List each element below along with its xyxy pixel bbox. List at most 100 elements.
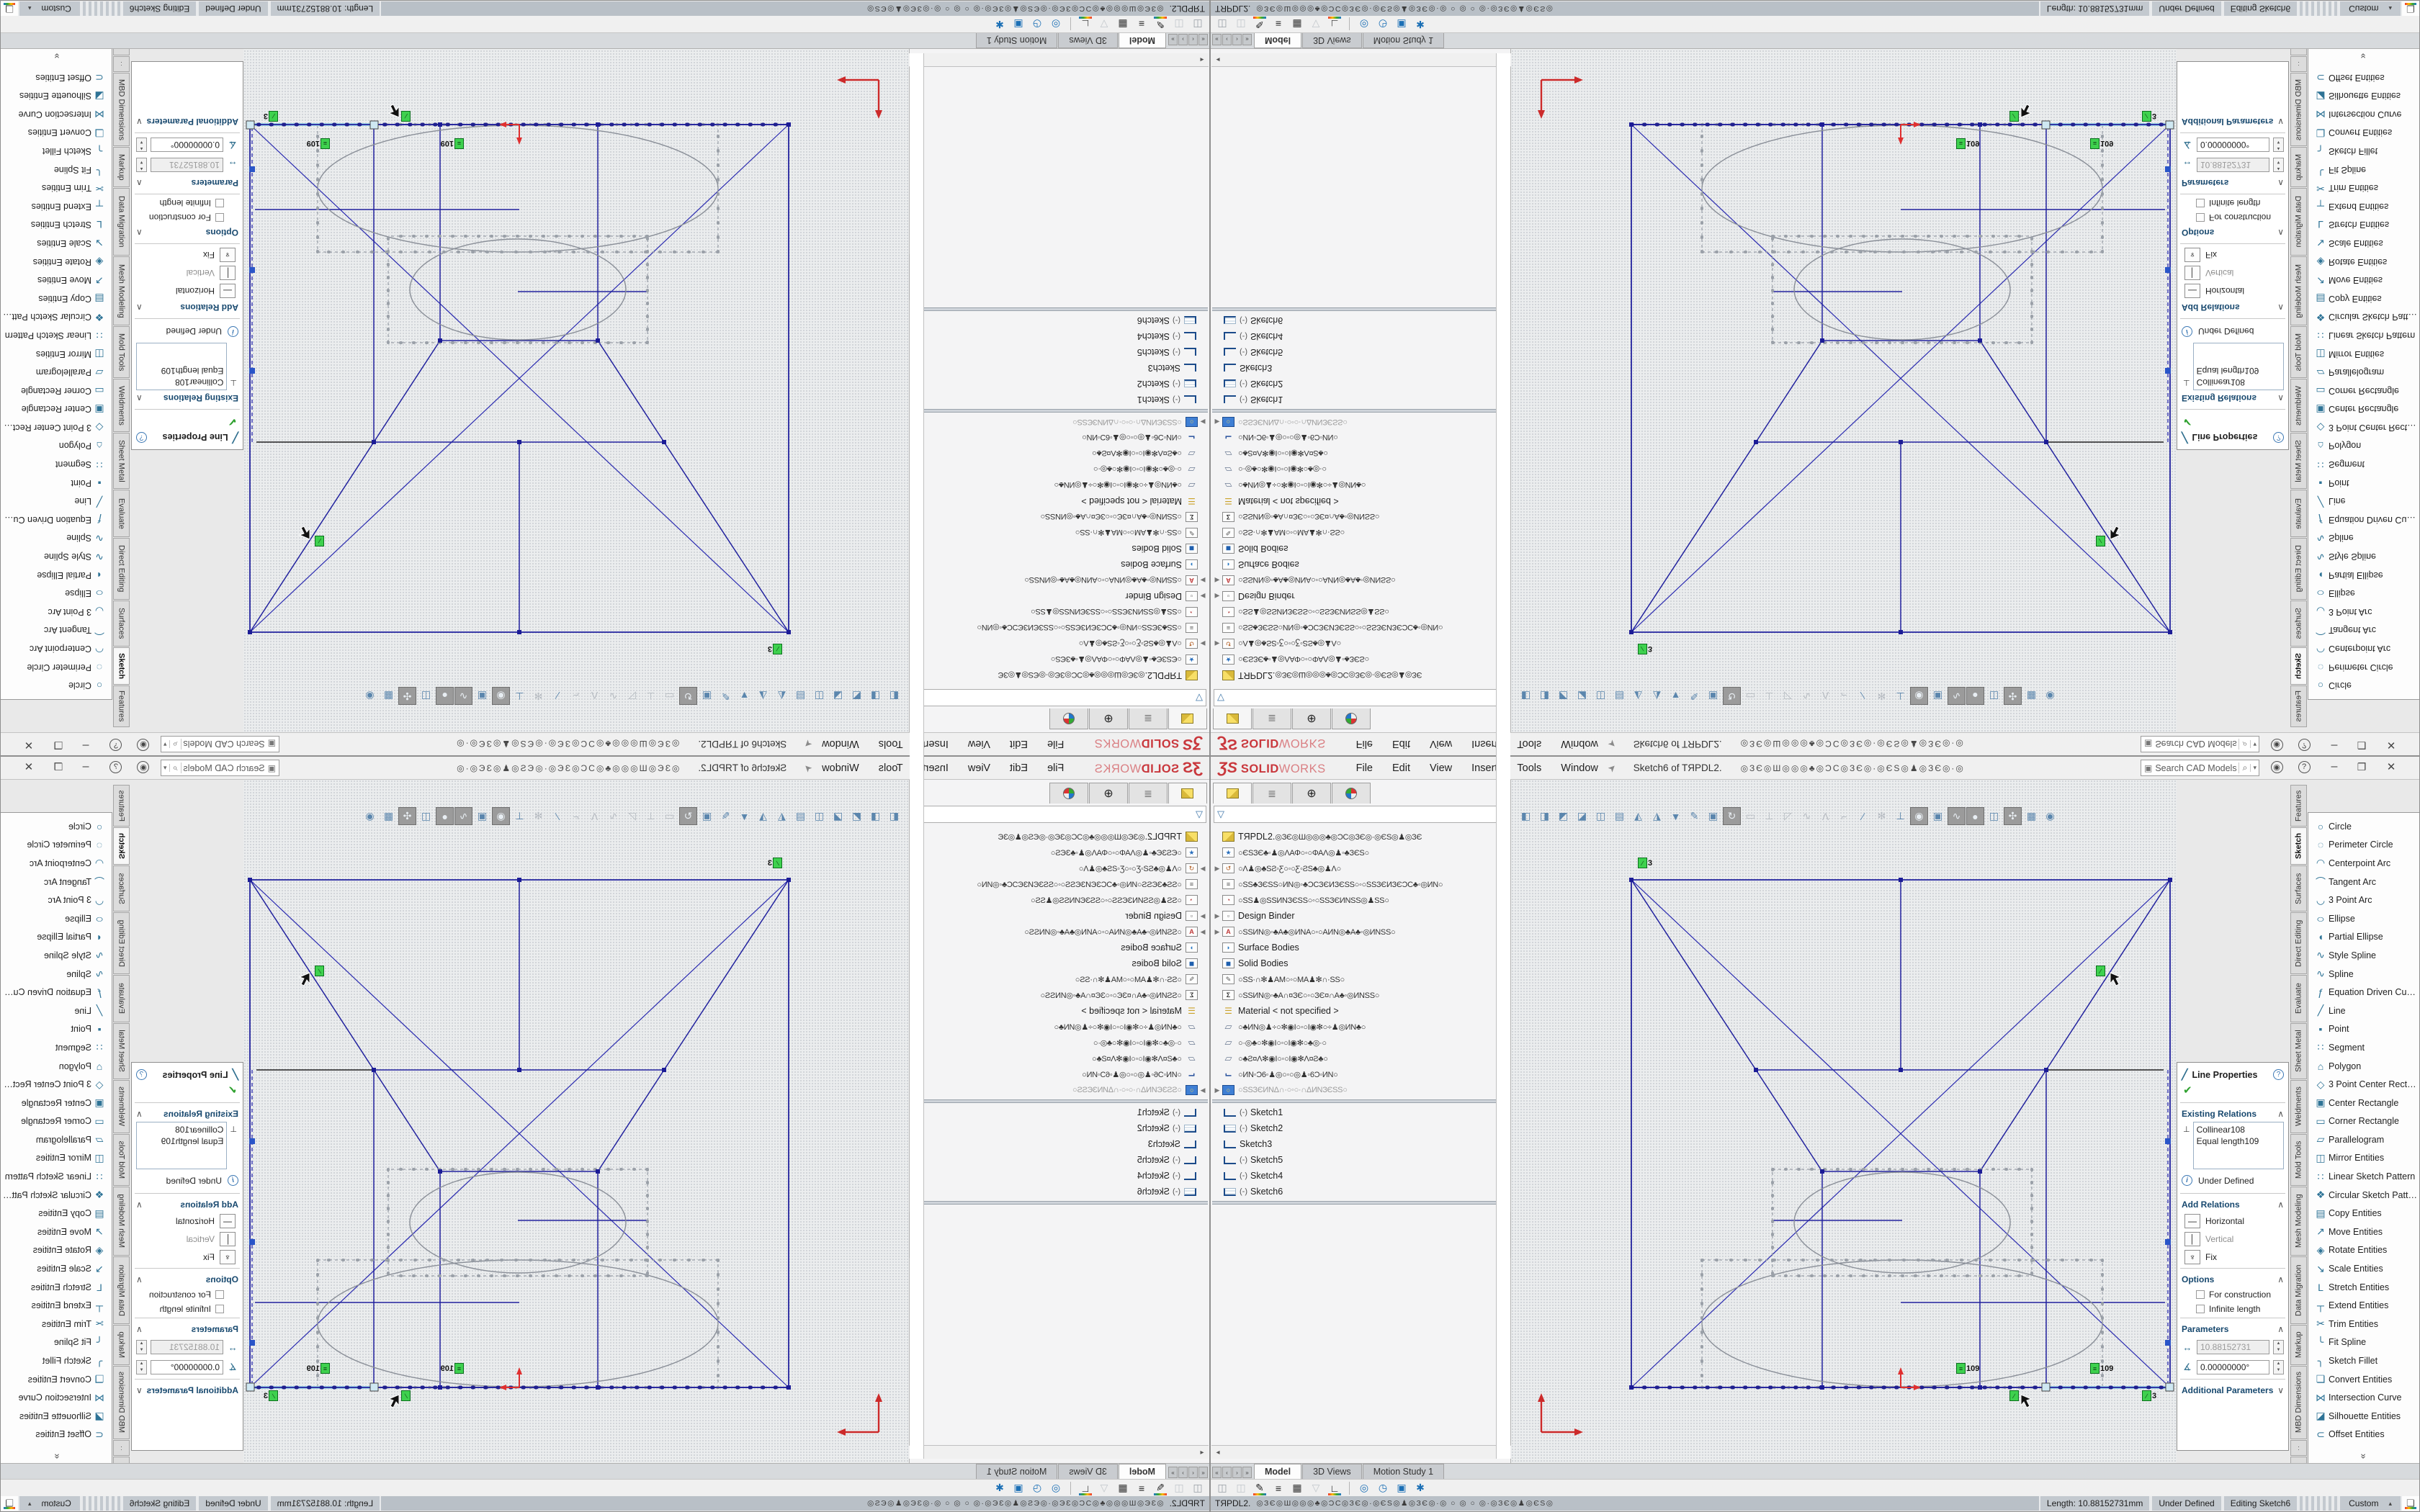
menu-item-center-rectangle[interactable]: ▣Center Rectangle	[2308, 1094, 2419, 1112]
relation-button-fix[interactable]: ♆Fix	[132, 1248, 243, 1266]
view-toolbar-icon-7[interactable]: ◮	[1648, 807, 1666, 825]
units-dropdown[interactable]: Custom ▴	[19, 1496, 81, 1511]
menu-file[interactable]: File	[1356, 762, 1373, 774]
cm-tab-evaluate[interactable]: Evaluate	[2290, 490, 2307, 537]
tree-row-books[interactable]: ≡○ЅЅ♣ЗЄЅЅ○ИN◎◦♣ƆCЗЄИЗЄЅЅ○◦○ЅЅЗЄИЗЄƆC♣◦◎И…	[1212, 876, 1509, 892]
options-header[interactable]: Options∧	[132, 1270, 243, 1287]
tree-row-ann[interactable]: ▶A○ЅЅИN◎◦♣Α♣◎ИNΑ○◦○ΑИN◎♣Α♣◦◎ИNЅЅ○	[911, 572, 1208, 588]
view-toolbar-icon-11[interactable]: ↻	[1723, 687, 1741, 705]
bottom-toolbar-icon-9[interactable]: ◷	[1028, 17, 1046, 32]
relations-listbox[interactable]: Collinear108Equal length109	[2193, 343, 2284, 390]
parameter-value[interactable]: 0.00000000°	[151, 1360, 223, 1374]
additional-parameters-header[interactable]: Additional Parameters∨	[2177, 114, 2288, 131]
tree-row-history[interactable]: ▶↺○Λ♟◎♣ЅƧ◦Ƹ○◦○Ƹ◦ƧЅ♣◎♟Λ○	[911, 860, 1208, 876]
menu-item-copy-entities[interactable]: ▤Copy Entities	[1, 289, 112, 308]
view-toolbar-icon-14[interactable]: ◸	[623, 807, 641, 825]
cm-tab-mbd-dimensions[interactable]: MBD Dimensions	[2290, 73, 2307, 146]
view-toolbar-icon-21[interactable]: ◉	[492, 807, 510, 825]
search-icon[interactable]: ⌕	[170, 739, 182, 750]
menu-item-segment[interactable]: ∷Segment	[2308, 1038, 2419, 1057]
tree-row-sketch6[interactable]: (-)Sketch6	[1212, 312, 1509, 328]
menu-item-circular-sketch-pattern[interactable]: ❖Circular Sketch Pattern	[2308, 1186, 2419, 1205]
cm-tab-evaluate[interactable]: Evaluate	[113, 975, 130, 1022]
view-toolbar-icon-10[interactable]: ▣	[698, 807, 716, 825]
view-toolbar-icon-20[interactable]: ⊥	[511, 687, 529, 705]
cm-tab-sketch[interactable]: Sketch	[113, 647, 130, 685]
view-toolbar-icon-1[interactable]: ◨	[1536, 687, 1554, 705]
tab-nav-0[interactable]: «	[1198, 34, 1208, 45]
close-button[interactable]: ✕	[16, 734, 42, 756]
add-relations-header[interactable]: Add Relations∧	[132, 300, 243, 317]
menu-window[interactable]: Window	[1561, 739, 1598, 750]
view-toolbar-icon-14[interactable]: ◸	[1779, 687, 1797, 705]
menu-insert[interactable]: Insert	[923, 739, 949, 750]
close-button[interactable]: ✕	[2378, 756, 2404, 778]
add-relations-header[interactable]: Add Relations∧	[2177, 300, 2288, 317]
menu-item-fit-spline[interactable]: ╰Fit Spline	[2308, 1333, 2419, 1352]
tab-model[interactable]: Model	[1119, 1464, 1166, 1479]
view-toolbar-icon-15[interactable]: ∿	[604, 807, 622, 825]
tab-nav-3[interactable]: »	[1168, 1467, 1178, 1478]
checkbox-for-construction[interactable]: For construction	[132, 1287, 243, 1302]
menu-item-trim-entities[interactable]: ✂Trim Entities	[2308, 1315, 2419, 1333]
menu-item-trim-entities[interactable]: ✂Trim Entities	[1, 1315, 112, 1333]
cm-tab-markup[interactable]: Markup	[113, 1325, 130, 1365]
view-toolbar-icon-5[interactable]: ▤	[1610, 807, 1628, 825]
view-toolbar-icon-28[interactable]: ◉	[361, 687, 379, 705]
tree-row-sketch2[interactable]: (-)Sketch2	[1212, 1120, 1509, 1136]
bottom-toolbar-icon-8[interactable]: ◎	[1355, 1480, 1373, 1496]
tree-row-lock[interactable]: ▶○○ЅЅЗЄИNΔ∩·○◦○·∩ΔИNЗЄЅЅ○	[1212, 1082, 1509, 1098]
view-toolbar-icon-5[interactable]: ▤	[1610, 687, 1628, 705]
search-icon[interactable]: ⌕	[170, 762, 182, 773]
tree-row-ann[interactable]: ▶A○ЅЅИN◎◦♣Α♣◎ИNΑ○◦○ΑИN◎♣Α♣◦◎ИNЅЅ○	[911, 924, 1208, 940]
menu-item-stretch-entities[interactable]: LStretch Entities	[2308, 216, 2419, 235]
pm-help-icon[interactable]: ?	[136, 1069, 147, 1080]
view-toolbar-icon-5[interactable]: ▤	[792, 687, 810, 705]
cm-tab-mold-tools[interactable]: Mold Tools	[2290, 1134, 2307, 1186]
tree-row-sigma[interactable]: Σ○ЅЅИN◎◦♣Α∩¤ЗЄ○◦○ЗЄ¤∩Α♣◦◎ИNЅЅ○	[911, 987, 1208, 1003]
bottom-toolbar-icon-4[interactable]: ▦	[1114, 1480, 1131, 1496]
tab-nav-1[interactable]: ‹	[1222, 34, 1232, 45]
view-toolbar-icon-21[interactable]: ◉	[492, 687, 510, 705]
bottom-toolbar-icon-9[interactable]: ◷	[1374, 1480, 1392, 1496]
pin-icon[interactable]: ➤	[1605, 737, 1619, 751]
relation-item[interactable]: Collinear108	[2197, 1124, 2280, 1135]
menu-item-spline[interactable]: ∿Spline	[1, 965, 112, 984]
view-toolbar-icon-0[interactable]: ◧	[1517, 687, 1535, 705]
menu-insert[interactable]: Insert	[923, 762, 949, 774]
bottom-toolbar-icon-4[interactable]: ▦	[1114, 17, 1131, 32]
menu-item-convert-entities[interactable]: ❏Convert Entities	[1, 124, 112, 143]
relations-listbox[interactable]: Collinear108Equal length109	[136, 1122, 227, 1169]
view-toolbar-icon-12[interactable]: ▭	[660, 687, 678, 705]
search-dropdown-icon[interactable]: ▾	[161, 764, 170, 772]
parameter-value[interactable]: 10.88152731	[2197, 158, 2269, 172]
parameter-value[interactable]: 0.00000000°	[2197, 1360, 2269, 1374]
search-input[interactable]: ▣ Search CAD Models ⌕ ▾	[2141, 736, 2259, 752]
tab-featuremanager[interactable]	[1168, 783, 1207, 804]
spinner[interactable]: ▲▼	[2273, 1360, 2284, 1374]
view-toolbar-icon-17[interactable]: ⌐	[1835, 687, 1853, 705]
relations-listbox[interactable]: Collinear108Equal length109	[2193, 1122, 2284, 1169]
tree-row-sketch6[interactable]: (-)Sketch6	[1212, 1184, 1509, 1200]
view-toolbar-icon-22[interactable]: ▣	[473, 687, 491, 705]
parameter-value[interactable]: 0.00000000°	[151, 138, 223, 152]
spinner[interactable]: ▲▼	[136, 1360, 147, 1374]
add-relations-header[interactable]: Add Relations∧	[2177, 1195, 2288, 1212]
tab-motion-study-1[interactable]: Motion Study 1	[976, 1464, 1057, 1479]
view-toolbar-icon-27[interactable]: ▦	[380, 687, 398, 705]
view-toolbar-icon-13[interactable]: ⊥	[1760, 687, 1778, 705]
menu-item-tangent-arc[interactable]: ⌒Tangent Arc	[1, 873, 112, 891]
menu-item-partial-ellipse[interactable]: ◖Partial Ellipse	[2308, 566, 2419, 585]
tab-nav-0[interactable]: «	[1198, 1467, 1208, 1478]
cm-tab-mold-tools[interactable]: Mold Tools	[2290, 326, 2307, 378]
menu-edit[interactable]: Edit	[1392, 739, 1410, 750]
view-toolbar-icon-22[interactable]: ▣	[1929, 807, 1947, 825]
status-corner-icon[interactable]: ❏	[2401, 1496, 2419, 1511]
view-toolbar-icon-19[interactable]: ✻	[529, 687, 547, 705]
bottom-toolbar-icon-0[interactable]: ◫	[1214, 17, 1231, 32]
view-toolbar-icon-8[interactable]: ▼	[1667, 687, 1685, 705]
menu-view[interactable]: View	[1430, 739, 1452, 750]
tree-row-plane[interactable]: ▱○·◎♣○✻◉Ι○◦○Ι◉✻○♣◎·○	[1212, 1035, 1509, 1050]
tree-row-design-binder[interactable]: ▶▫Design Binder	[1212, 908, 1509, 924]
cm-tab-surfaces[interactable]: Surfaces	[2290, 865, 2307, 912]
